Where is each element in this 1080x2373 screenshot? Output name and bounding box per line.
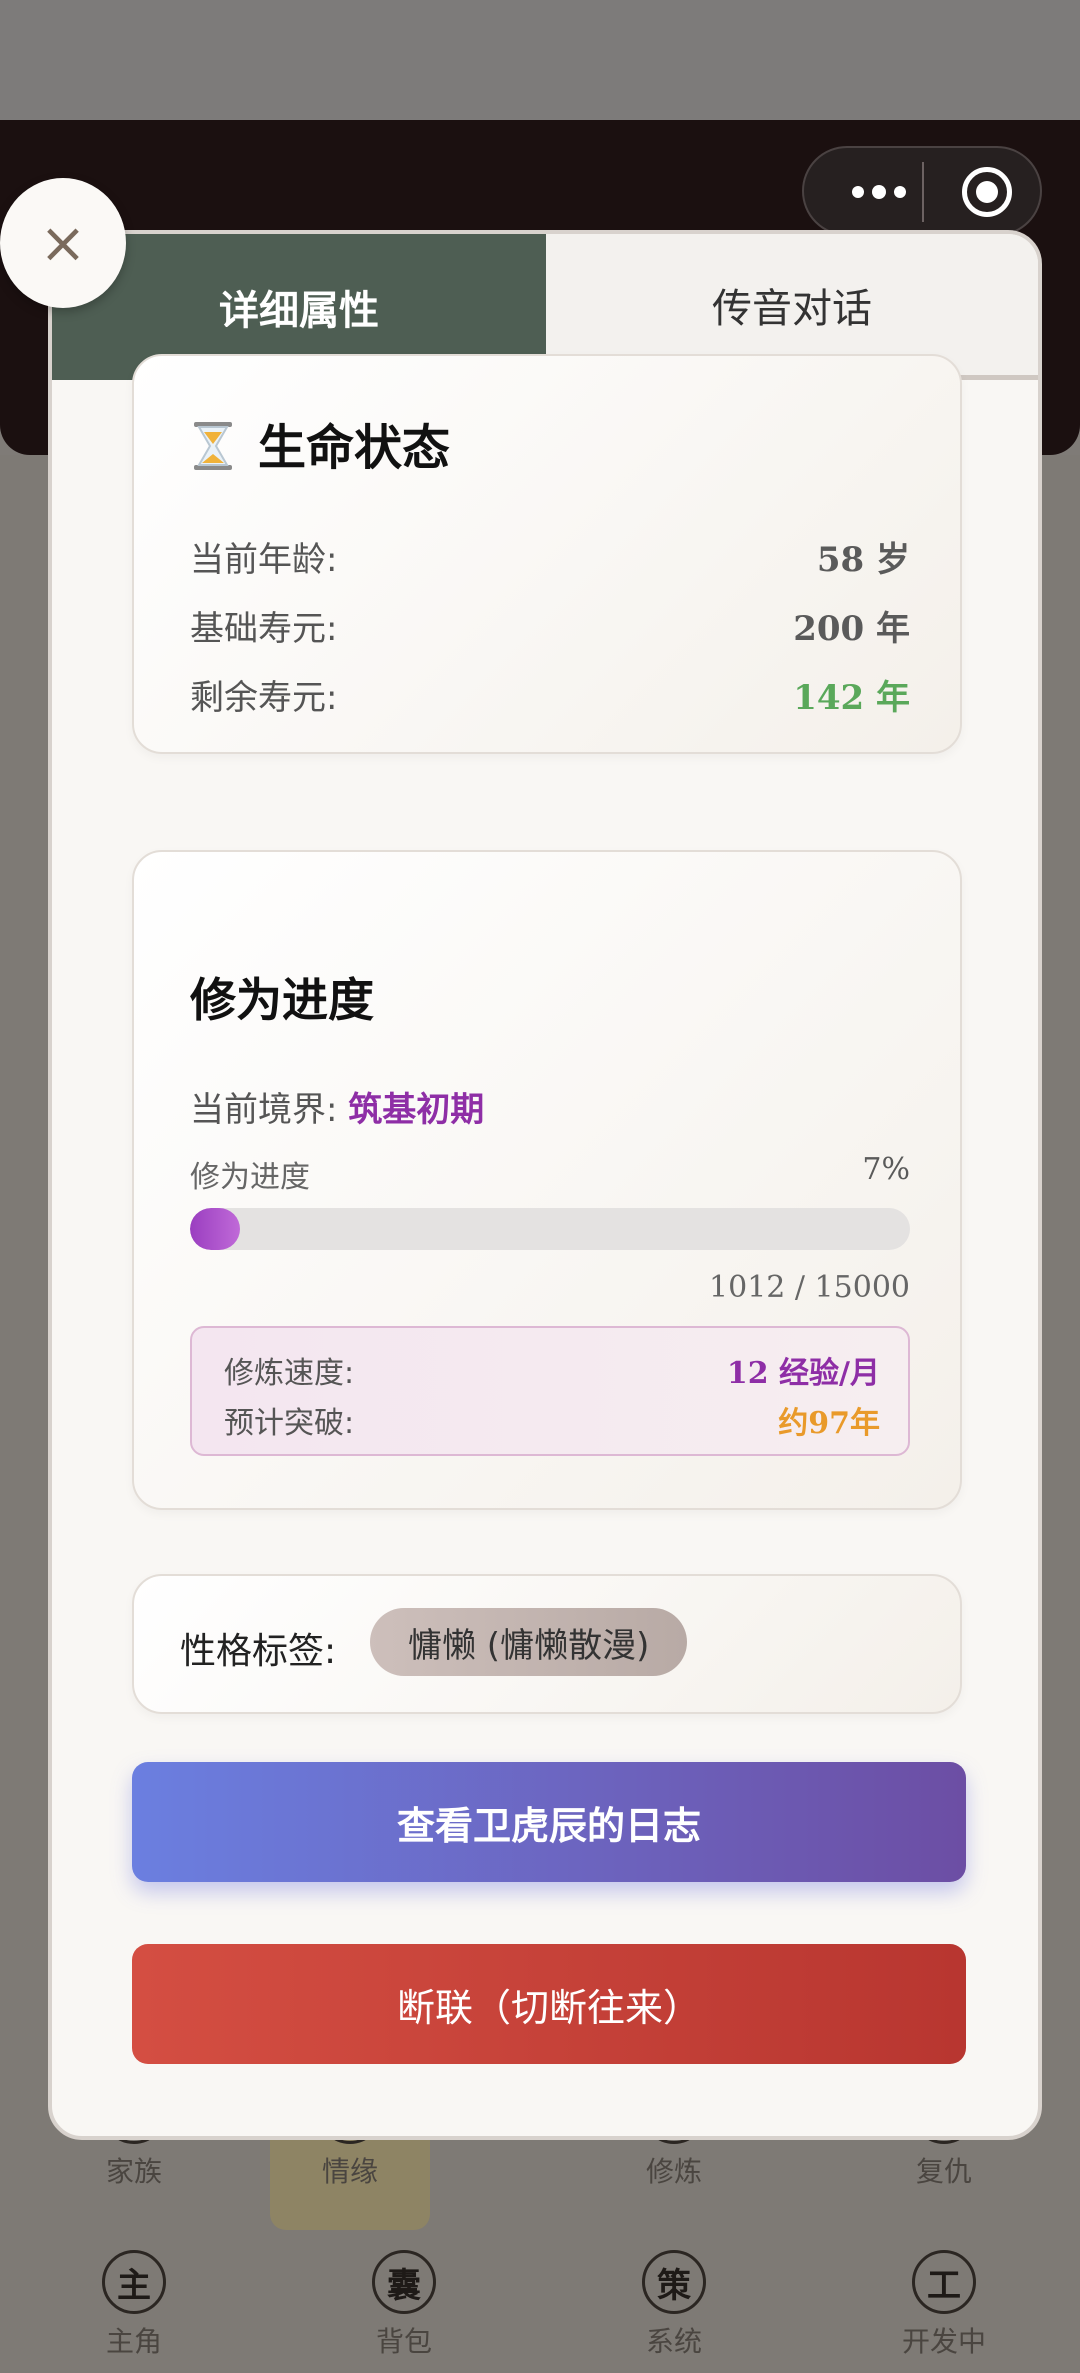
sever-relation-button[interactable]: 断联（切断往来） (132, 1944, 966, 2064)
base-lifespan-value: 200 年 (793, 609, 910, 649)
mini-program-capsule (802, 146, 1042, 236)
close-icon: × (39, 210, 87, 276)
cultivation-progress-card: 修为进度 当前境界: 筑基初期 修为进度 7% 1012 / 15000 修炼速… (132, 850, 962, 1510)
speed-value: 12 经验/月 (726, 1356, 880, 1391)
in-development-icon: 工 (912, 2250, 976, 2314)
progress-percent: 7% (862, 1152, 910, 1187)
cultivation-title: 修为进度 (190, 973, 374, 1027)
personality-trait-card: 性格标签: 慵懒 (慵懒散漫) (132, 1574, 962, 1714)
experience-count: 1012 / 15000 (709, 1270, 910, 1305)
nav-label: 开发中 (901, 2325, 986, 2358)
progress-bar (190, 1208, 910, 1250)
nav-label: 修炼 (645, 2155, 702, 2188)
nav-item-protagonist[interactable]: 主 主角 (54, 2250, 214, 2360)
view-log-button[interactable]: 查看卫虎辰的日志 (132, 1762, 966, 1882)
system-icon: 策 (642, 2250, 706, 2314)
base-lifespan-label: 基础寿元: (190, 609, 338, 649)
nav-item-in-development[interactable]: 工 开发中 (864, 2250, 1024, 2360)
nav-label: 情缘 (321, 2155, 378, 2188)
nav-label: 主角 (105, 2325, 162, 2358)
progress-label: 修为进度 (190, 1160, 310, 1195)
nav-item-backpack[interactable]: 囊 背包 (324, 2250, 484, 2360)
cultivation-speed-box: 修炼速度: 12 经验/月 预计突破: 约97年 (190, 1326, 910, 1456)
age-value: 58 岁 (816, 540, 910, 580)
nav-label: 背包 (375, 2325, 432, 2358)
life-status-title-text: 生命状态 (258, 420, 451, 476)
breakthrough-label: 预计突破: (224, 1406, 355, 1441)
speed-label: 修炼速度: (224, 1356, 355, 1391)
close-mini-program-icon[interactable] (962, 167, 1012, 217)
breakthrough-row: 预计突破: 约97年 (224, 1398, 880, 1442)
age-label: 当前年龄: (190, 540, 338, 580)
remaining-lifespan-row: 剩余寿元: 142 年 (190, 670, 910, 719)
life-status-title: 生命状态 (190, 408, 450, 478)
close-button[interactable]: × (0, 178, 126, 308)
backpack-icon: 囊 (372, 2250, 436, 2314)
speed-row: 修炼速度: 12 经验/月 (224, 1348, 880, 1392)
trait-label: 性格标签: (180, 1631, 337, 1672)
character-detail-modal: 详细属性 传音对话 生命状态 当前年龄: 58 岁 基础寿元: 200 年 剩余… (48, 230, 1042, 2140)
more-menu-icon[interactable] (834, 170, 924, 214)
status-bar-area (0, 0, 1080, 120)
progress-label-row: 修为进度 7% (190, 1152, 910, 1196)
nav-label: 家族 (105, 2155, 162, 2188)
protagonist-icon: 主 (102, 2250, 166, 2314)
nav-label: 系统 (645, 2325, 702, 2358)
realm-row: 当前境界: 筑基初期 (190, 1082, 484, 1131)
breakthrough-value: 约97年 (778, 1406, 880, 1441)
life-status-card: 生命状态 当前年龄: 58 岁 基础寿元: 200 年 剩余寿元: 142 年 (132, 354, 962, 754)
nav-item-system[interactable]: 策 系统 (594, 2250, 754, 2360)
realm-value: 筑基初期 (348, 1090, 485, 1130)
capsule-divider (922, 162, 924, 222)
hourglass-icon (194, 422, 232, 470)
realm-label: 当前境界: (190, 1090, 338, 1130)
remaining-lifespan-label: 剩余寿元: (190, 678, 338, 718)
progress-bar-fill (190, 1208, 241, 1250)
trait-tag: 慵懒 (慵懒散漫) (370, 1608, 688, 1676)
remaining-lifespan-value: 142 年 (793, 678, 910, 718)
age-row: 当前年龄: 58 岁 (190, 532, 910, 581)
nav-label: 复仇 (915, 2155, 972, 2188)
base-lifespan-row: 基础寿元: 200 年 (190, 601, 910, 650)
